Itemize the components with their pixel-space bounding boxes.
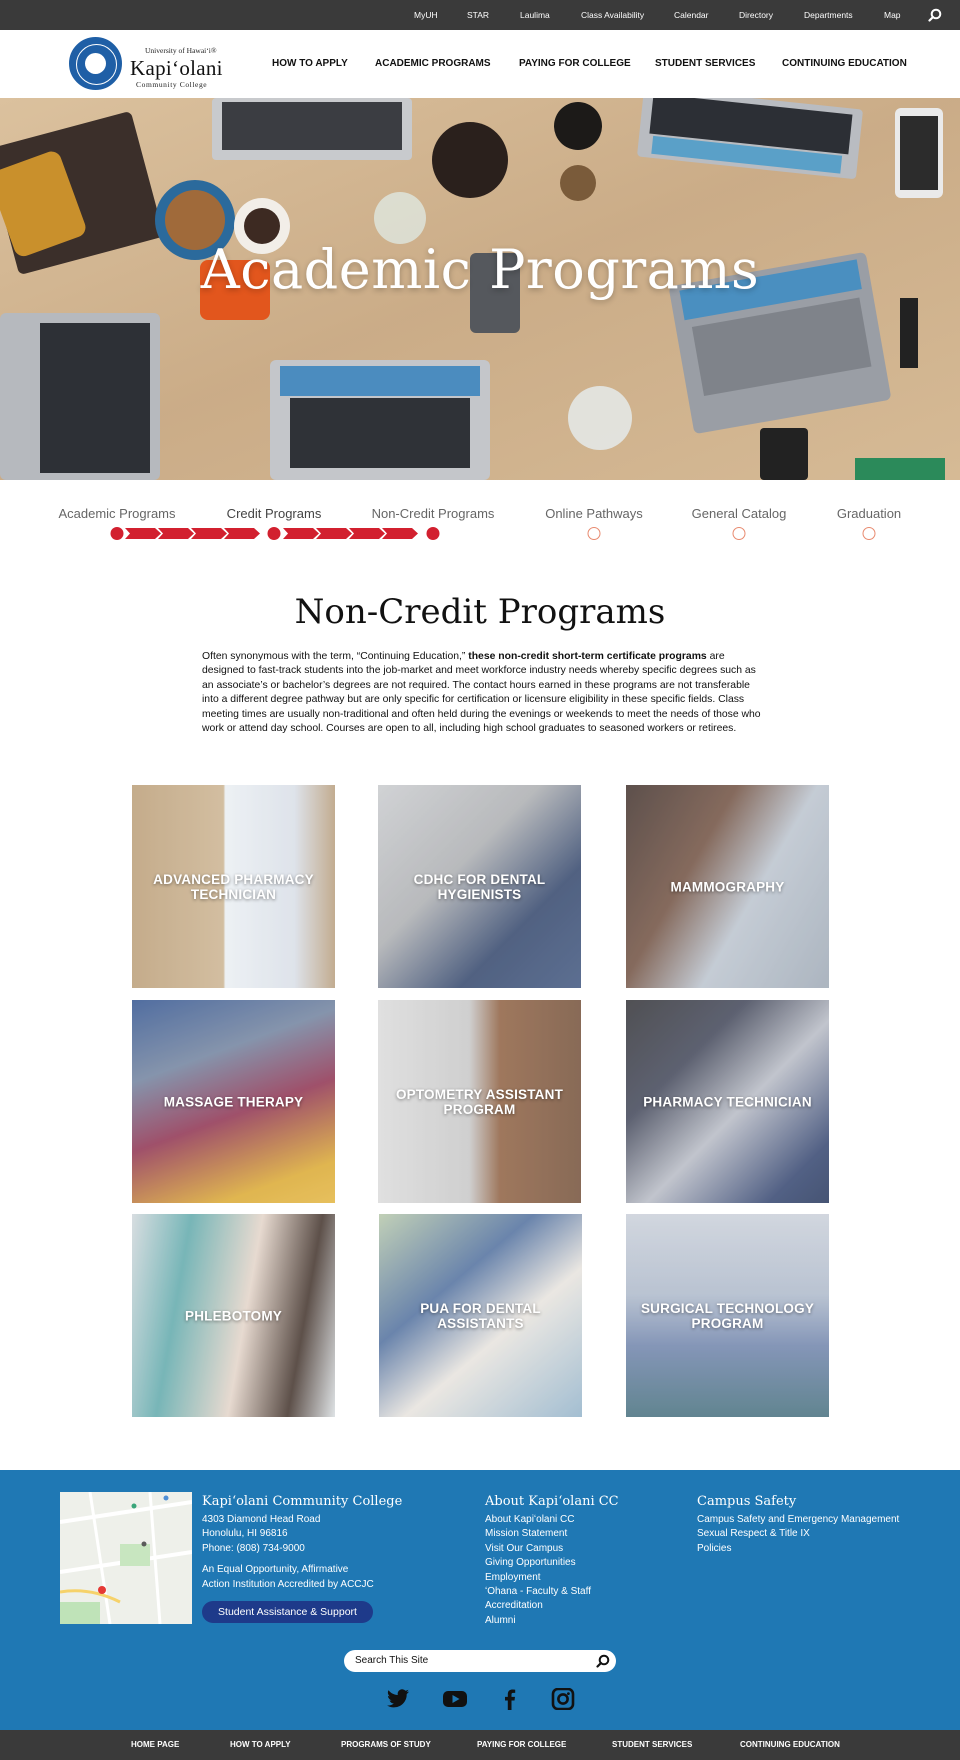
step-dot-non-credit-programs: [426, 527, 440, 540]
campus-map[interactable]: [60, 1492, 192, 1624]
program-tile-label: SURGICAL TECHNOLOGY PROGRAM: [640, 1300, 815, 1331]
progress-arrows-1: [125, 528, 260, 539]
section-intro: Often synonymous with the term, “Continu…: [202, 650, 768, 736]
util-link-star[interactable]: STAR: [467, 10, 489, 20]
progress-arrows-2: [283, 528, 418, 539]
step-general-catalog[interactable]: General Catalog: [692, 506, 787, 521]
program-tile-label: OPTOMETRY ASSISTANT PROGRAM: [395, 1086, 564, 1117]
search-icon[interactable]: [596, 1654, 610, 1668]
footer-search-placeholder: Search This Site: [355, 1655, 429, 1666]
step-dot-graduation: [862, 527, 876, 540]
nav-continuing-education[interactable]: CONTINUING EDUCATION: [782, 58, 907, 69]
util-link-laulima[interactable]: Laulima: [520, 10, 550, 20]
util-link-directory[interactable]: Directory: [739, 10, 773, 20]
step-dot-credit-programs: [267, 527, 281, 540]
footer-campus-safety: Campus Safety Campus Safety and Emergenc…: [697, 1494, 899, 1556]
util-link-calendar[interactable]: Calendar: [674, 10, 709, 20]
util-link-departments[interactable]: Departments: [804, 10, 853, 20]
twitter-icon[interactable]: [386, 1688, 410, 1710]
program-tile-advanced-pharmacy-technician[interactable]: ADVANCED PHARMACY TECHNICIAN: [132, 785, 335, 988]
footer-link-accreditation[interactable]: Accreditation: [485, 1599, 619, 1613]
program-tile-label: MASSAGE THERAPY: [163, 1094, 304, 1109]
hero-title: Academic Programs: [200, 238, 760, 301]
program-tile-label: PUA FOR DENTAL ASSISTANTS: [420, 1300, 541, 1331]
intro-rest: are designed to fast-track students into…: [202, 651, 761, 735]
bottom-nav-continuing-education[interactable]: CONTINUING EDUCATION: [740, 1740, 840, 1749]
search-icon[interactable]: [928, 8, 942, 22]
step-non-credit-programs[interactable]: Non-Credit Programs: [372, 506, 495, 521]
footer-address-line1: 4303 Diamond Head Road: [202, 1514, 321, 1525]
step-credit-programs[interactable]: Credit Programs: [227, 506, 322, 521]
instagram-icon[interactable]: [551, 1687, 575, 1711]
footer-link-giving[interactable]: Giving Opportunities: [485, 1556, 619, 1570]
bottom-nav-paying-for-college[interactable]: PAYING FOR COLLEGE: [477, 1740, 566, 1749]
program-tile-phlebotomy[interactable]: PHLEBOTOMY: [132, 1214, 335, 1417]
student-assistance-button[interactable]: Student Assistance & Support: [202, 1601, 373, 1623]
utility-bar: MyUH STAR Laulima Class Availability Cal…: [0, 0, 960, 30]
footer-link-employment[interactable]: Employment: [485, 1571, 619, 1585]
bottom-nav-student-services[interactable]: STUDENT SERVICES: [612, 1740, 692, 1749]
footer-safety-title: Campus Safety: [697, 1494, 797, 1509]
footer-about-title: About Kapiʻolani CC: [485, 1494, 619, 1509]
program-tile-pua-for-dental-assistants[interactable]: PUA FOR DENTAL ASSISTANTS: [379, 1214, 582, 1417]
program-tile-label: MAMMOGRAPHY: [670, 879, 785, 894]
nav-how-to-apply[interactable]: HOW TO APPLY: [272, 58, 348, 69]
program-tile-mammography[interactable]: MAMMOGRAPHY: [626, 785, 829, 988]
program-tile-label: CDHC FOR DENTAL HYGIENISTS: [413, 871, 546, 902]
program-tile-pharmacy-technician[interactable]: PHARMACY TECHNICIAN: [626, 1000, 829, 1203]
program-tile-label: PHLEBOTOMY: [184, 1308, 282, 1323]
site-footer: Kapiʻolani Community College 4303 Diamon…: [0, 1470, 960, 1730]
footer-phone[interactable]: Phone: (808) 734-9000: [202, 1542, 402, 1556]
program-tile-surgical-technology-program[interactable]: SURGICAL TECHNOLOGY PROGRAM: [626, 1214, 829, 1417]
bottom-nav: HOME PAGE HOW TO APPLY PROGRAMS OF STUDY…: [0, 1730, 960, 1760]
util-link-class-availability[interactable]: Class Availability: [581, 10, 644, 20]
footer-link-alumni[interactable]: Alumni: [485, 1614, 619, 1628]
footer-college-title: Kapiʻolani Community College: [202, 1494, 403, 1509]
bottom-nav-programs-of-study[interactable]: PROGRAMS OF STUDY: [341, 1740, 431, 1749]
footer-link-visit-campus[interactable]: Visit Our Campus: [485, 1542, 619, 1556]
footer-link-emergency-management[interactable]: Campus Safety and Emergency Management: [697, 1513, 899, 1527]
util-link-map[interactable]: Map: [884, 10, 901, 20]
step-dot-academic-programs: [110, 527, 124, 540]
footer-college-info: Kapiʻolani Community College 4303 Diamon…: [202, 1494, 402, 1592]
bottom-nav-how-to-apply[interactable]: HOW TO APPLY: [230, 1740, 291, 1749]
hero-banner: Academic Programs: [0, 98, 960, 480]
program-tile-label: PHARMACY TECHNICIAN: [643, 1094, 812, 1109]
footer-eeo-line2: Action Institution Accredited by ACCJC: [202, 1578, 374, 1590]
youtube-icon[interactable]: [443, 1688, 467, 1710]
intro-lead: Often synonymous with the term, “Continu…: [202, 651, 469, 662]
step-dot-online-pathways: [587, 527, 601, 540]
footer-link-ohana[interactable]: ʻOhana - Faculty & Staff: [485, 1585, 619, 1599]
bottom-nav-home[interactable]: HOME PAGE: [131, 1740, 179, 1749]
util-link-myuh[interactable]: MyUH: [414, 10, 438, 20]
step-graduation[interactable]: Graduation: [837, 506, 901, 521]
step-academic-programs[interactable]: Academic Programs: [58, 506, 175, 521]
footer-about: About Kapiʻolani CC About Kapiʻolani CC …: [485, 1494, 619, 1628]
footer-link-about[interactable]: About Kapiʻolani CC: [485, 1513, 619, 1527]
footer-link-mission[interactable]: Mission Statement: [485, 1527, 619, 1541]
program-tile-optometry-assistant-program[interactable]: OPTOMETRY ASSISTANT PROGRAM: [378, 1000, 581, 1203]
nav-student-services[interactable]: STUDENT SERVICES: [655, 58, 755, 69]
footer-link-title-ix[interactable]: Sexual Respect & Title IX: [697, 1527, 899, 1541]
footer-link-policies[interactable]: Policies: [697, 1542, 899, 1556]
footer-eeo-line1: An Equal Opportunity, Affirmative: [202, 1564, 349, 1576]
program-tile-label: ADVANCED PHARMACY TECHNICIAN: [153, 871, 314, 902]
step-dot-general-catalog: [732, 527, 746, 540]
program-tile-massage-therapy[interactable]: MASSAGE THERAPY: [132, 1000, 335, 1203]
footer-search-input[interactable]: Search This Site: [344, 1650, 616, 1672]
step-online-pathways[interactable]: Online Pathways: [545, 506, 643, 521]
facebook-icon[interactable]: [498, 1688, 522, 1710]
site-header: University of Hawaiʻi® Kapiʻolani Commun…: [0, 30, 960, 98]
footer-address-line2: Honolulu, HI 96816: [202, 1528, 288, 1540]
main-nav: HOW TO APPLY ACADEMIC PROGRAMS PAYING FO…: [0, 30, 960, 98]
section-title: Non-Credit Programs: [294, 592, 666, 632]
nav-paying-for-college[interactable]: PAYING FOR COLLEGE: [519, 58, 631, 69]
intro-emphasis: these non-credit short-term certificate …: [468, 651, 707, 662]
program-tile-cdhc-for-dental-hygienists[interactable]: CDHC FOR DENTAL HYGIENISTS: [378, 785, 581, 988]
program-steps: Academic Programs Credit Programs Non-Cr…: [0, 480, 960, 550]
nav-academic-programs[interactable]: ACADEMIC PROGRAMS: [375, 58, 491, 69]
